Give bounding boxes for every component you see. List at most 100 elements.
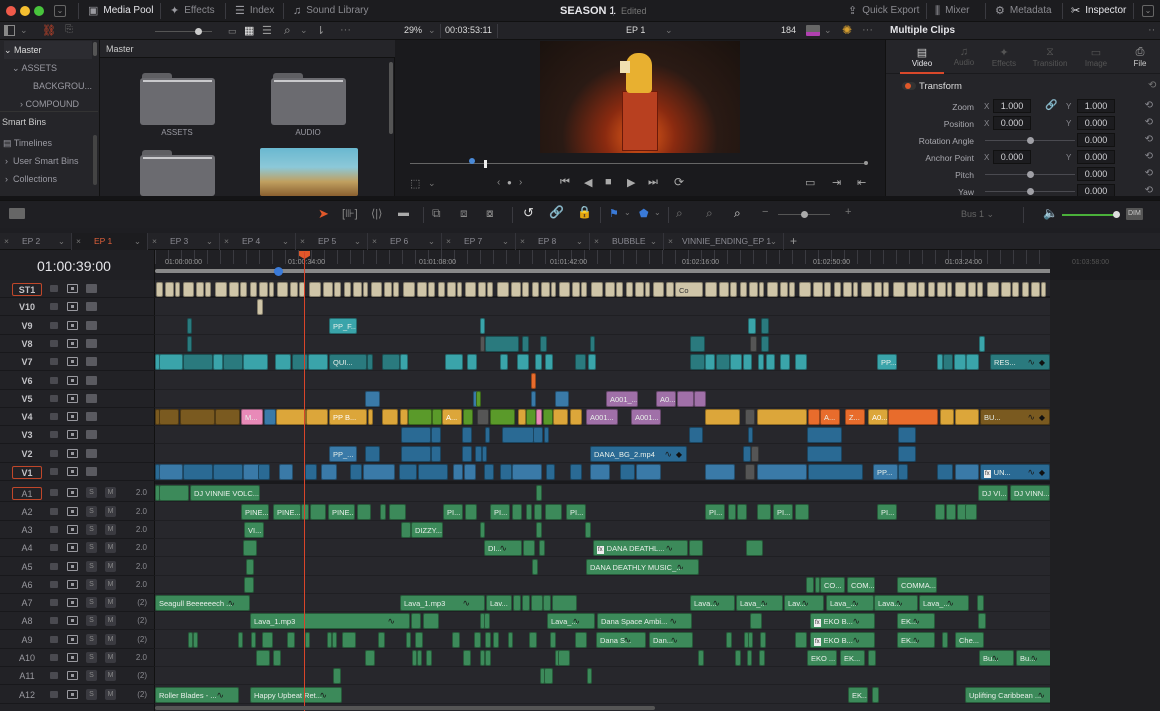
zoom-detail-icon[interactable]: ⌕ xyxy=(706,206,713,221)
clip[interactable] xyxy=(544,668,553,685)
clip-a5a[interactable]: DANA DEATHLY MUSIC_... ∿ xyxy=(586,558,699,575)
clip-a3b[interactable]: DIZZY... xyxy=(411,521,443,538)
track-name[interactable]: V10 xyxy=(12,301,42,314)
subtitle-clip[interactable] xyxy=(447,282,456,297)
chevron-down-icon[interactable]: ⌄ xyxy=(134,233,141,250)
clip[interactable] xyxy=(690,335,705,352)
clip-a8d[interactable]: fx EKO B... ∿ xyxy=(810,613,875,630)
clip-a9a[interactable]: Dana S... ∿ xyxy=(596,631,646,648)
clip-v4i[interactable]: BU... ∿ ◆ xyxy=(980,409,1050,426)
clip[interactable] xyxy=(636,464,661,480)
chevron-down-icon[interactable]: ⌄ xyxy=(20,25,28,36)
mute-button[interactable]: M xyxy=(105,615,116,627)
mark-out-icon[interactable]: ⇤ xyxy=(857,176,866,189)
chevron-down-icon[interactable]: ⌄ xyxy=(665,25,673,36)
clip[interactable] xyxy=(321,464,337,480)
blade-tool-icon[interactable]: ▬ xyxy=(398,207,409,219)
auto-select-icon[interactable] xyxy=(67,338,78,348)
clip[interactable] xyxy=(310,503,326,520)
clip-a2h[interactable]: PI... xyxy=(773,503,793,520)
speaker-icon[interactable]: 🔈 xyxy=(1043,206,1058,220)
clip[interactable] xyxy=(463,409,473,426)
clip[interactable] xyxy=(305,631,310,648)
lock-track-icon[interactable] xyxy=(50,635,58,643)
tab-ep-4[interactable]: × EP 4 ⌄ xyxy=(220,233,296,250)
solo-button[interactable]: S xyxy=(86,597,97,609)
clip[interactable] xyxy=(484,464,494,480)
clip[interactable] xyxy=(730,354,742,371)
lock-track-icon[interactable] xyxy=(50,507,58,515)
clip[interactable] xyxy=(238,631,243,648)
clip[interactable] xyxy=(977,595,984,612)
clip-a3a[interactable]: VI... xyxy=(244,521,264,538)
close-tab-icon[interactable]: × xyxy=(152,233,157,250)
track-name[interactable]: V4 xyxy=(12,411,42,424)
subtitle-clip[interactable] xyxy=(955,282,966,297)
clip[interactable] xyxy=(484,613,490,630)
track-enable-icon[interactable] xyxy=(86,393,97,403)
subtitle-clip[interactable] xyxy=(853,282,858,297)
clip-v4g[interactable]: Z... xyxy=(845,409,865,426)
auto-select-icon[interactable] xyxy=(67,430,78,440)
subtitle-clip[interactable] xyxy=(572,282,580,297)
match-frame-icon[interactable]: ▭ xyxy=(805,176,815,189)
subtitle-clip[interactable] xyxy=(977,282,983,297)
subtitle-clip[interactable] xyxy=(240,282,247,297)
clip-a7h[interactable]: Lava... ∿ xyxy=(874,595,918,612)
rotation-input[interactable]: 0.000 xyxy=(1077,133,1115,147)
clip[interactable] xyxy=(898,445,916,462)
subtitle-clip[interactable] xyxy=(344,282,351,297)
zoom-x-input[interactable]: 1.000 xyxy=(993,99,1031,113)
clip[interactable] xyxy=(694,390,706,407)
clip-a7i[interactable]: Lava_... ∿ xyxy=(919,595,969,612)
clip-v4d[interactable]: A001... xyxy=(586,409,618,426)
clip[interactable] xyxy=(935,503,945,520)
clip[interactable] xyxy=(946,503,956,520)
timeline-name-dropdown[interactable]: EP 1 xyxy=(626,25,645,35)
tab-transition[interactable]: ⧖ Transition xyxy=(1026,46,1074,68)
mute-button[interactable]: M xyxy=(105,523,116,535)
track-name[interactable]: A12 xyxy=(12,689,42,702)
timeline-horizontal-scrollbar[interactable] xyxy=(155,706,655,710)
sound-library-button[interactable]: ♫ Sound Library xyxy=(293,0,369,22)
track-name[interactable]: V5 xyxy=(12,393,42,406)
clip[interactable] xyxy=(689,427,703,444)
clip[interactable] xyxy=(418,464,448,480)
subtitle-clip[interactable] xyxy=(457,282,462,297)
auto-select-icon[interactable] xyxy=(67,561,78,571)
subtitle-clip[interactable] xyxy=(883,282,889,297)
mute-button[interactable]: M xyxy=(105,670,116,682)
lock-track-icon[interactable] xyxy=(50,599,58,607)
quick-export-button[interactable]: ⇪ Quick Export xyxy=(848,0,919,22)
subtitle-clip[interactable] xyxy=(259,282,268,297)
subtitle-clip[interactable] xyxy=(522,282,529,297)
metadata-view-icon[interactable]: ⎘ xyxy=(65,24,73,35)
clip[interactable] xyxy=(937,464,953,480)
workspace-dropdown-icon[interactable]: ⌄ xyxy=(54,5,66,17)
subtitle-clip[interactable] xyxy=(749,282,758,297)
clip-v4c[interactable]: A... xyxy=(442,409,462,426)
clip[interactable] xyxy=(766,354,775,371)
track-name[interactable]: V3 xyxy=(12,429,42,442)
clip-a10d[interactable]: Bu... ∿ xyxy=(1016,650,1053,666)
clip[interactable] xyxy=(193,631,198,648)
clip[interactable] xyxy=(806,576,814,593)
folder-audio[interactable] xyxy=(271,73,346,125)
snapping-icon[interactable]: ↺ xyxy=(523,205,534,221)
clip[interactable] xyxy=(365,650,375,666)
clip[interactable] xyxy=(620,464,635,480)
clip[interactable] xyxy=(332,631,337,648)
clip[interactable] xyxy=(485,335,519,352)
subtitle-clip[interactable] xyxy=(591,282,603,297)
track-name[interactable]: V9 xyxy=(12,320,42,333)
mute-button[interactable]: M xyxy=(105,578,116,590)
clip[interactable] xyxy=(474,631,481,648)
auto-select-icon[interactable] xyxy=(67,393,78,403)
clip[interactable] xyxy=(585,521,591,538)
clip-a2g[interactable]: PI... xyxy=(705,503,725,520)
linked-selection-icon[interactable]: 🔗 xyxy=(549,205,564,219)
clip[interactable] xyxy=(464,464,476,480)
subtitle-clip[interactable] xyxy=(719,282,729,297)
track-name[interactable]: V1 xyxy=(12,466,42,479)
subtitle-clip[interactable] xyxy=(478,282,486,297)
